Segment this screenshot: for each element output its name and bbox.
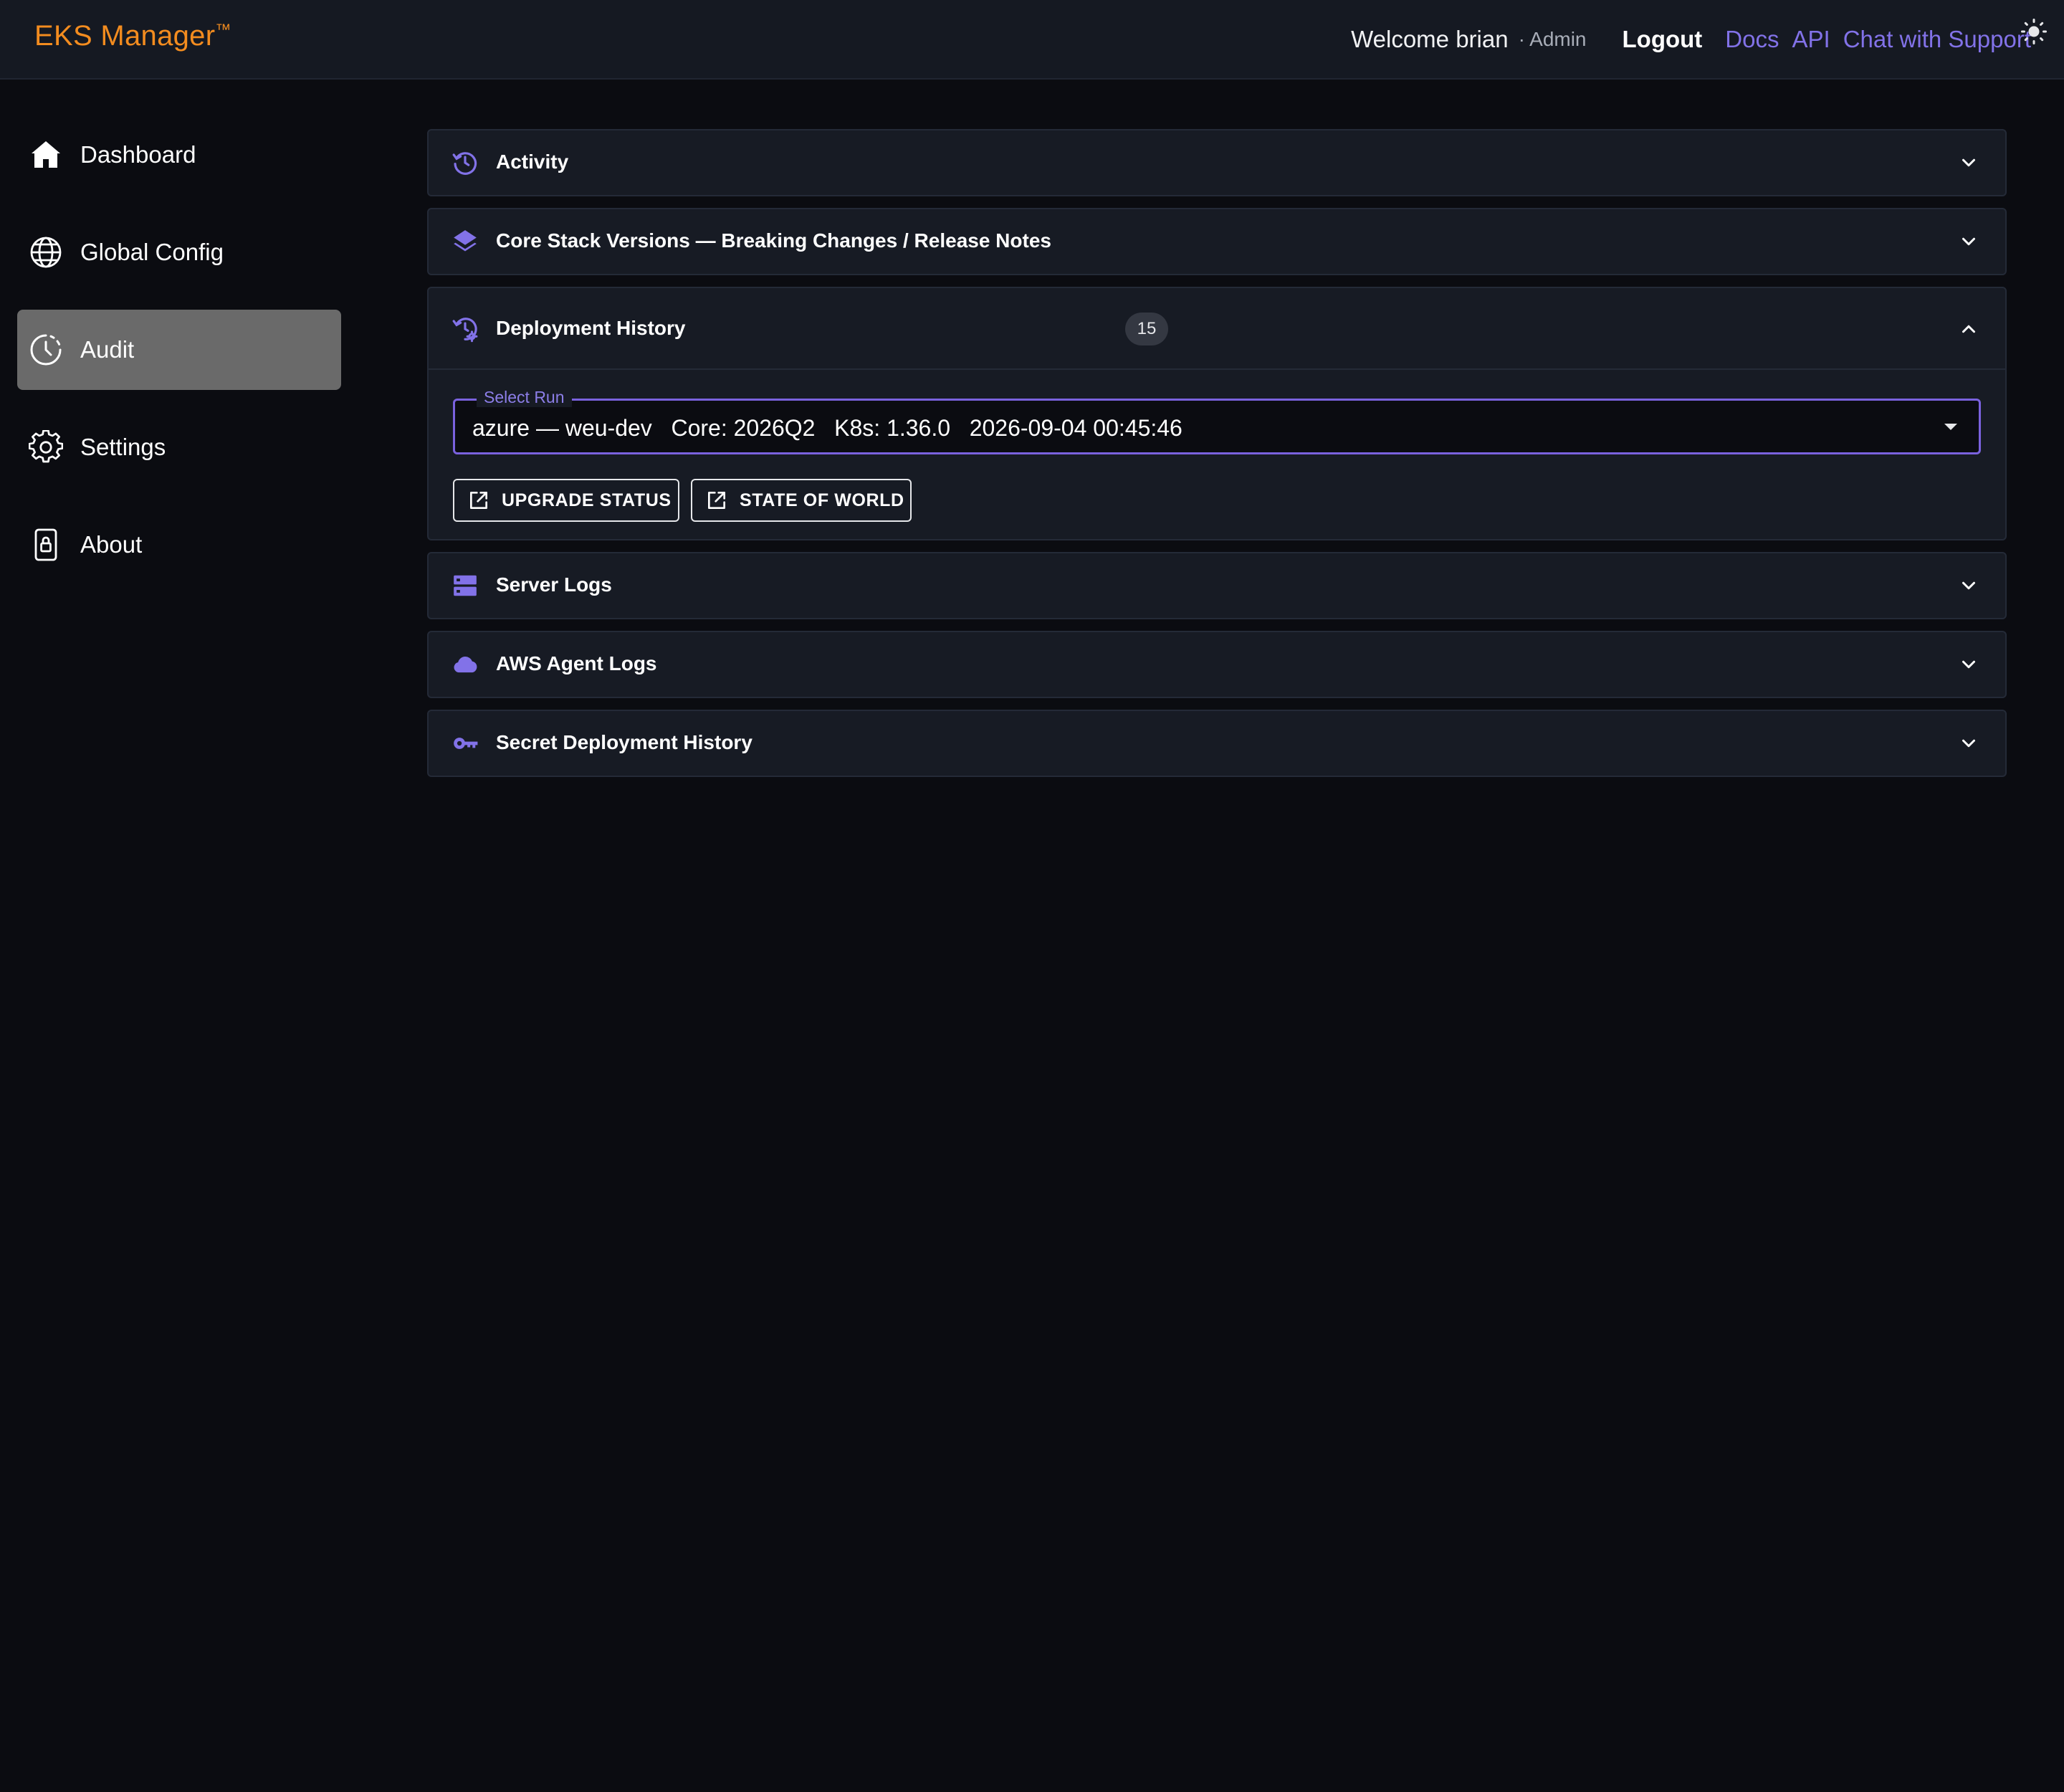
lock-icon bbox=[34, 528, 57, 561]
chevron-down-icon[interactable] bbox=[1958, 575, 1979, 596]
state-of-world-label: STATE OF WORLD bbox=[740, 490, 904, 510]
api-link[interactable]: API bbox=[1792, 26, 1830, 53]
secret-deployment-history-panel-header[interactable]: Secret Deployment History bbox=[429, 711, 2005, 776]
sidebar-item-label: Global Config bbox=[80, 239, 224, 265]
sidebar: Dashboard Global Config Audit Settings A… bbox=[0, 81, 358, 1792]
core-stack-panel-header[interactable]: Core Stack Versions — Breaking Changes /… bbox=[429, 209, 2005, 274]
header-user-area: Welcome brian · Admin Logout Docs API Ch… bbox=[1351, 22, 2031, 57]
user-role: · Admin bbox=[1518, 28, 1587, 50]
chevron-down-icon[interactable] bbox=[1958, 152, 1979, 173]
caret-down-icon bbox=[1944, 424, 1957, 430]
logout-button[interactable]: Logout bbox=[1623, 26, 1703, 53]
brand-name: EKS Manager bbox=[34, 20, 216, 52]
server-logs-panel-header[interactable]: Server Logs bbox=[429, 553, 2005, 618]
brand-logo[interactable]: EKS Manager™ bbox=[34, 20, 231, 52]
select-run-value: azure — weu-dev Core: 2026Q2 K8s: 1.36.0… bbox=[472, 415, 1182, 441]
sidebar-item-label: Audit bbox=[80, 336, 135, 363]
gear-icon bbox=[29, 430, 63, 463]
select-run-dropdown[interactable]: Select Run azure — weu-dev Core: 2026Q2 … bbox=[453, 388, 1981, 454]
chevron-up-icon[interactable] bbox=[1958, 318, 1979, 340]
layers-icon bbox=[454, 230, 477, 252]
sidebar-item-label: About bbox=[80, 531, 143, 558]
activity-panel-header[interactable]: Activity bbox=[429, 130, 2005, 195]
welcome-text: Welcome brian bbox=[1351, 26, 1509, 52]
server-logs-panel: Server Logs bbox=[427, 552, 2007, 619]
app-root: EKS Manager™ Welcome brian · Admin Logou… bbox=[0, 0, 2064, 1792]
deployment-history-panel: Deployment History 15 Select Run azure —… bbox=[427, 287, 2007, 540]
select-run-label: Select Run bbox=[477, 388, 572, 407]
home-icon bbox=[32, 141, 60, 168]
top-header: EKS Manager™ Welcome brian · Admin Logou… bbox=[0, 0, 2064, 80]
sidebar-item-audit[interactable]: Audit bbox=[17, 310, 341, 390]
key-icon bbox=[454, 738, 478, 749]
upgrade-status-label: UPGRADE STATUS bbox=[502, 490, 672, 510]
history-gear-icon bbox=[452, 318, 478, 343]
upgrade-status-button[interactable]: UPGRADE STATUS bbox=[453, 479, 679, 522]
deployment-history-panel-header[interactable]: Deployment History 15 bbox=[429, 288, 2005, 368]
chevron-down-icon[interactable] bbox=[1958, 733, 1979, 754]
sidebar-item-about[interactable]: About bbox=[17, 505, 341, 585]
sidebar-item-settings[interactable]: Settings bbox=[17, 407, 341, 487]
panel-title: Core Stack Versions — Breaking Changes /… bbox=[496, 229, 1051, 252]
panel-title: Server Logs bbox=[496, 573, 612, 596]
run-count-badge: 15 bbox=[1125, 313, 1168, 345]
state-of-world-button[interactable]: STATE OF WORLD bbox=[691, 479, 912, 522]
panel-title: Secret Deployment History bbox=[496, 731, 752, 753]
panel-divider bbox=[429, 368, 2005, 370]
panel-title: Deployment History bbox=[496, 317, 686, 339]
aws-agent-logs-panel-header[interactable]: AWS Agent Logs bbox=[429, 632, 2005, 697]
activity-panel: Activity bbox=[427, 129, 2007, 196]
docs-link[interactable]: Docs bbox=[1725, 26, 1779, 53]
core-stack-panel: Core Stack Versions — Breaking Changes /… bbox=[427, 208, 2007, 275]
sidebar-item-dashboard[interactable]: Dashboard bbox=[17, 115, 341, 195]
panel-title: AWS Agent Logs bbox=[496, 652, 657, 675]
sidebar-item-label: Settings bbox=[80, 434, 166, 460]
external-link-icon bbox=[708, 492, 725, 509]
brand-trademark: ™ bbox=[215, 20, 231, 39]
history-icon bbox=[452, 152, 477, 175]
clock-icon bbox=[30, 334, 62, 366]
chat-support-link[interactable]: Chat with Support bbox=[1843, 26, 2031, 53]
globe-icon bbox=[30, 237, 62, 268]
sun-icon[interactable] bbox=[2021, 19, 2047, 44]
secret-deployment-history-panel: Secret Deployment History bbox=[427, 710, 2007, 777]
sidebar-item-label: Dashboard bbox=[80, 141, 196, 168]
panel-title: Activity bbox=[496, 151, 569, 173]
chevron-down-icon[interactable] bbox=[1958, 654, 1979, 675]
sidebar-item-global-config[interactable]: Global Config bbox=[17, 212, 341, 292]
external-link-icon bbox=[470, 492, 487, 509]
server-icon bbox=[454, 575, 477, 596]
cloud-icon bbox=[454, 656, 477, 673]
chevron-down-icon[interactable] bbox=[1958, 231, 1979, 252]
aws-agent-logs-panel: AWS Agent Logs bbox=[427, 631, 2007, 698]
